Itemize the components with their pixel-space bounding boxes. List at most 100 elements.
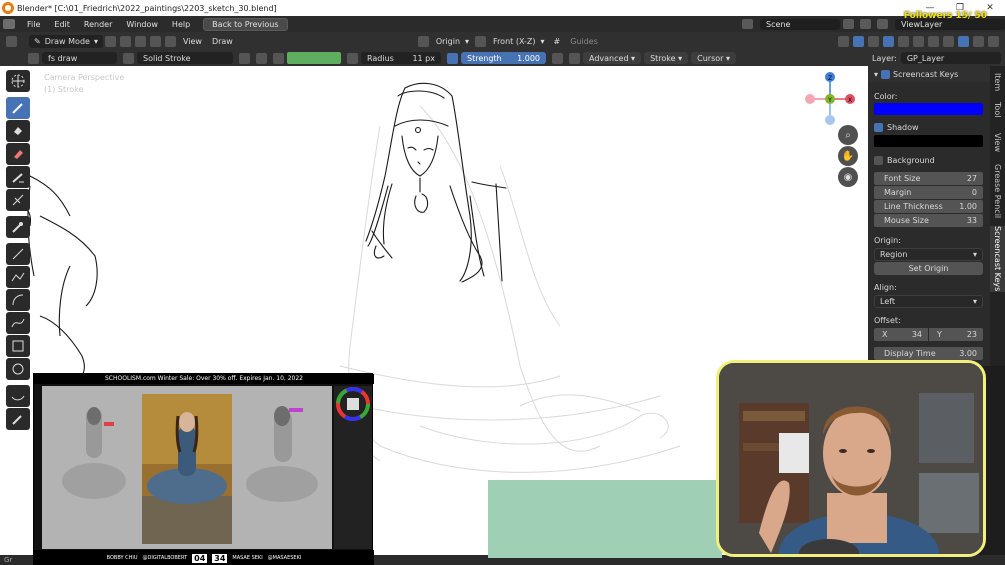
overlay-dropdown-icon[interactable] — [898, 35, 909, 47]
shadow-checkbox[interactable]: Shadow — [874, 121, 983, 133]
overlay-toggle-icon[interactable] — [883, 35, 894, 47]
erase-tool[interactable] — [6, 143, 30, 165]
reference-canvas — [42, 386, 332, 549]
tab-grease-pencil[interactable]: Grease Pencil — [990, 162, 1005, 220]
align-selector[interactable]: Left ▾ — [874, 295, 983, 308]
mode-selector[interactable]: ✎ Draw Mode ▾ — [29, 34, 103, 48]
shading-dropdown-icon[interactable] — [988, 35, 999, 47]
vertex-color-icon[interactable] — [273, 52, 284, 64]
tab-screencast-keys[interactable]: Screencast Keys — [990, 226, 1005, 292]
screencast-keys-header[interactable]: ▾ Screencast Keys — [868, 66, 990, 82]
editor-type-icon[interactable] — [6, 35, 17, 47]
mouse-size-field[interactable]: Mouse Size 33 — [874, 214, 983, 227]
brush-icon[interactable] — [28, 52, 39, 64]
multiframe-icon[interactable] — [104, 35, 116, 47]
draw-tool[interactable] — [6, 97, 30, 119]
gizmo-toggle-icon[interactable] — [853, 35, 864, 47]
offset-x-field[interactable]: X 34 — [874, 328, 928, 341]
line-thickness-field[interactable]: Line Thickness 1.00 — [874, 200, 983, 213]
strength-curve-icon[interactable] — [569, 52, 580, 64]
solid-shading-icon[interactable] — [943, 35, 954, 47]
rendered-shading-icon[interactable] — [973, 35, 984, 47]
tab-item[interactable]: Item — [990, 70, 1005, 94]
menu-window[interactable]: Window — [119, 20, 165, 29]
screencast-enable-checkbox[interactable] — [881, 69, 891, 79]
multiedit-icon[interactable] — [149, 35, 161, 47]
shadow-color-swatch[interactable] — [874, 135, 983, 147]
reference-video-overlay: SCHOOLISM.com Winter Sale: Over 30% off.… — [33, 373, 374, 565]
stroke-dropdown[interactable]: Stroke ▾ — [644, 52, 689, 64]
background-checkbox[interactable]: Background — [874, 154, 983, 166]
layer-selector[interactable]: GP_Layer — [900, 52, 1001, 64]
navigation-gizmo[interactable]: Z Y X — [800, 72, 860, 132]
font-size-field[interactable]: Font Size 27 — [874, 172, 983, 185]
origin-selector[interactable]: Region ▾ — [874, 248, 983, 261]
scene-icon — [742, 19, 753, 29]
strength-pressure-icon[interactable] — [552, 52, 563, 64]
cursor-dropdown[interactable]: Cursor ▾ — [691, 52, 736, 64]
sidebar-panel: ▾ Screencast Keys Color: Shadow Backgrou… — [868, 66, 990, 366]
radius-field[interactable]: Radius 11 px — [361, 52, 441, 64]
set-origin-button[interactable]: Set Origin — [874, 262, 983, 275]
xray-icon[interactable] — [913, 35, 924, 47]
tab-view[interactable]: View — [990, 128, 1005, 156]
brush-color-swatch[interactable] — [287, 52, 341, 64]
menu-file[interactable]: File — [20, 20, 47, 29]
blender-logo-icon — [2, 2, 14, 14]
eyedropper-tool[interactable] — [6, 216, 30, 238]
polyline-tool[interactable] — [6, 266, 30, 288]
arc-tool[interactable] — [6, 289, 30, 311]
delete-scene-icon[interactable] — [860, 19, 871, 29]
view-menu[interactable]: View — [178, 35, 207, 48]
line-tool[interactable] — [6, 243, 30, 265]
menu-help[interactable]: Help — [165, 20, 197, 29]
guides-toggle[interactable]: Guides — [565, 35, 603, 48]
back-to-previous-button[interactable]: Back to Previous — [203, 17, 288, 31]
promo-banner: SCHOOLISM.com Winter Sale: Over 30% off.… — [34, 374, 374, 384]
scene-selector[interactable]: Scene — [760, 18, 840, 30]
display-time-field[interactable]: Display Time 3.00 — [874, 347, 983, 360]
new-scene-icon[interactable] — [843, 19, 854, 29]
brush-name-field[interactable]: fs draw — [42, 52, 117, 64]
stroke-type-selector[interactable]: Solid Stroke — [137, 52, 233, 64]
pan-hand-icon[interactable]: ✋ — [838, 146, 858, 166]
radius-pressure-icon[interactable] — [447, 52, 458, 64]
color-mode-icon[interactable] — [256, 52, 267, 64]
curve-tool[interactable] — [6, 312, 30, 334]
editor-type-icon[interactable] — [3, 19, 15, 29]
origin-selector[interactable]: Origin — [431, 35, 465, 48]
visibility-icon[interactable] — [838, 35, 849, 47]
gizmo-dropdown-icon[interactable] — [868, 35, 879, 47]
strength-field[interactable]: Strength 1.000 — [461, 52, 546, 64]
autolock-icon[interactable] — [119, 35, 131, 47]
stream-lower-third: BOBBY CHIU @DIGITALBOBERT 04 34 MASAE SE… — [34, 550, 374, 565]
menu-render[interactable]: Render — [77, 20, 119, 29]
material-shading-icon[interactable] — [958, 35, 969, 47]
fill-tool[interactable] — [6, 120, 30, 142]
annotate-tool[interactable] — [6, 385, 30, 407]
box-tool[interactable] — [6, 335, 30, 357]
margin-field[interactable]: Margin 0 — [874, 186, 983, 199]
color-swatch[interactable] — [874, 103, 983, 115]
advanced-dropdown[interactable]: Advanced ▾ — [583, 52, 642, 64]
snap-icon[interactable] — [134, 35, 146, 47]
tint-tool[interactable] — [6, 166, 30, 188]
camera-icon[interactable]: ◉ — [838, 167, 858, 187]
active-object-label: (1) Stroke — [44, 85, 84, 94]
menu-edit[interactable]: Edit — [47, 20, 77, 29]
grid-icon[interactable]: # — [549, 35, 566, 48]
pin-icon[interactable] — [239, 52, 250, 64]
draw-menu[interactable]: Draw — [207, 35, 238, 48]
view-plane-selector[interactable]: Front (X-Z) — [488, 35, 540, 48]
wireframe-shading-icon[interactable] — [928, 35, 939, 47]
transform-tool[interactable] — [6, 408, 30, 430]
circle-tool[interactable] — [6, 358, 30, 380]
stroke-icon[interactable] — [164, 35, 176, 47]
layer-label: Layer: — [872, 53, 897, 63]
zoom-icon[interactable]: ⌕ — [838, 125, 858, 145]
offset-y-field[interactable]: Y 23 — [929, 328, 983, 341]
select-tool[interactable] — [6, 70, 30, 92]
color-pin-icon[interactable] — [347, 52, 358, 64]
cutter-tool[interactable] — [6, 189, 30, 211]
tab-tool[interactable]: Tool — [990, 98, 1005, 122]
